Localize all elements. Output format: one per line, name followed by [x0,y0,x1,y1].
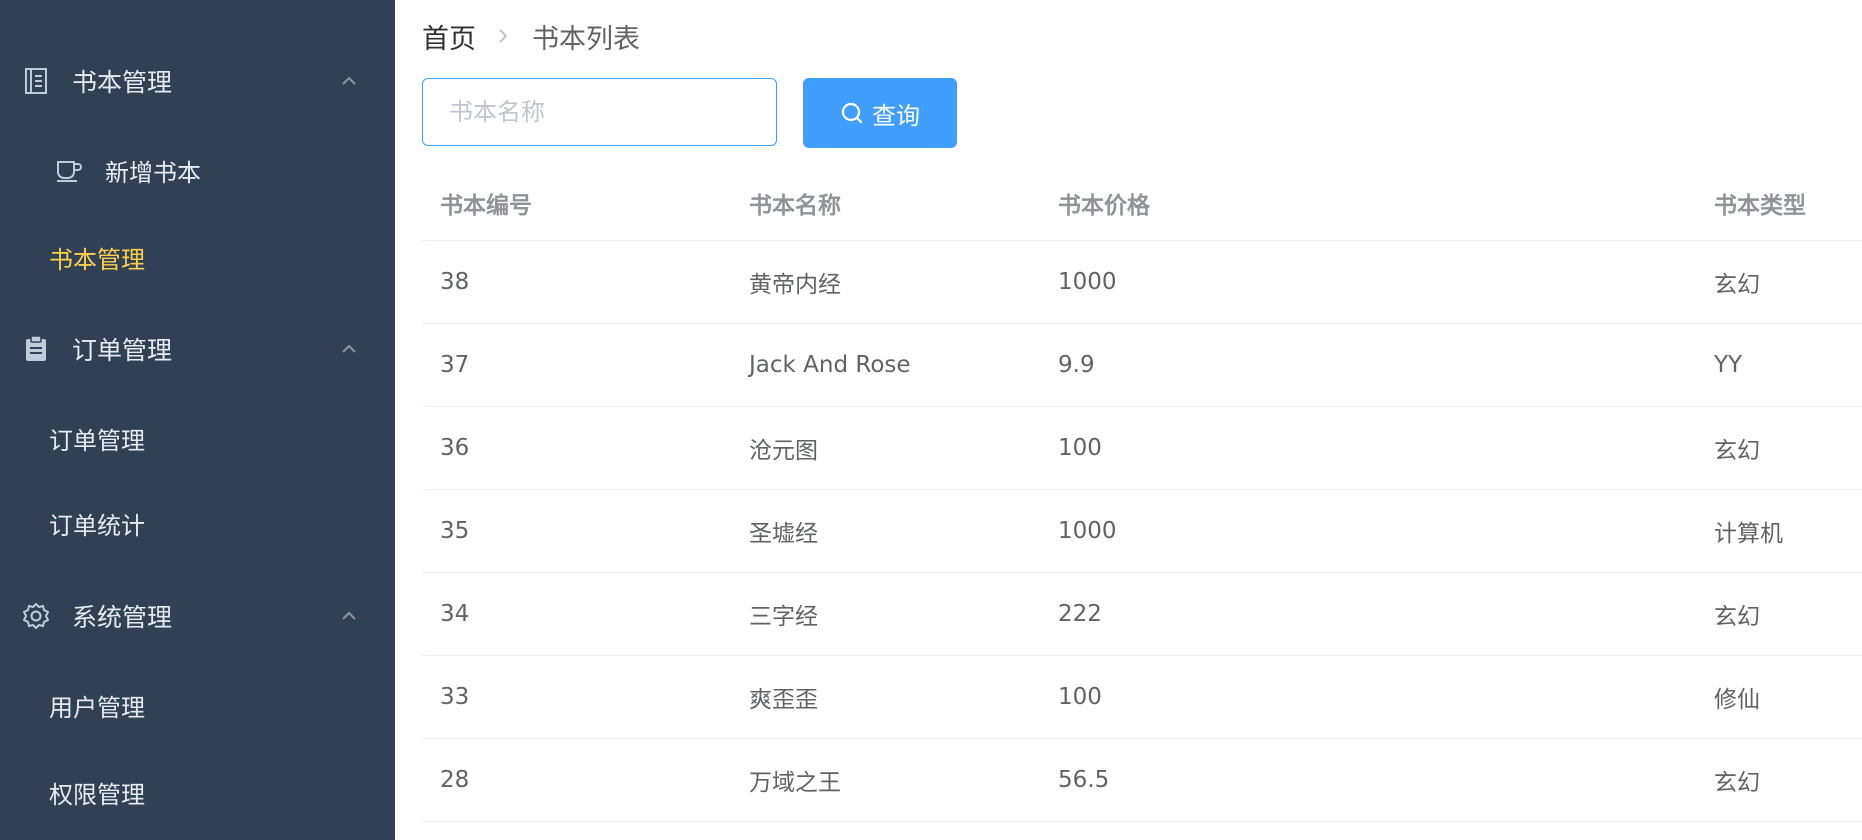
column-header-id[interactable]: 书本编号 [440,165,532,240]
cell-type: 玄幻 [1714,272,1760,298]
cell-id: 38 [440,269,470,295]
cell-id: 35 [440,518,470,544]
cell-name: 爽歪歪 [749,687,818,713]
chevron-up-icon [342,344,356,353]
menu-item-label: 书本管理 [49,245,145,274]
cell-type: YY [1714,352,1743,378]
chevron-up-icon [342,76,356,85]
column-header-type[interactable]: 书本类型 [1714,165,1806,240]
menu-item-order-statistics[interactable]: 订单统计 [0,493,395,553]
cell-id: 36 [440,435,470,461]
cell-type: 玄幻 [1714,770,1760,796]
cell-type: 玄幻 [1714,604,1760,630]
gear-icon [22,602,50,630]
menu-item-user-management[interactable]: 用户管理 [0,675,395,735]
menu-item-book-management[interactable]: 书本管理 [0,227,395,287]
menu-item-label: 用户管理 [49,693,145,722]
menu-item-label: 新增书本 [105,158,201,187]
submenu-title: 订单管理 [72,336,173,365]
submenu-system-management[interactable]: 系统管理 [0,586,395,646]
menu-item-label: 订单管理 [49,426,145,455]
app: 书本管理 新增书本 书本管理 订单管理 订单管理 订单统计 系统管理 用户管理 … [0,0,1862,840]
submenu-book-management[interactable]: 书本管理 [0,51,395,111]
submenu-title: 系统管理 [72,603,173,632]
cup-icon [57,161,82,182]
cell-name: 圣墟经 [749,521,818,547]
column-header-price[interactable]: 书本价格 [1058,165,1150,240]
cell-price: 1000 [1058,269,1117,295]
menu-item-label: 权限管理 [49,780,145,809]
table-header: 书本编号 书本名称 书本价格 书本类型 [422,165,1862,241]
table-row[interactable]: 36 沧元图 100 玄幻 [422,407,1862,490]
table-row[interactable]: 34 三字经 222 玄幻 [422,573,1862,656]
column-header-name[interactable]: 书本名称 [749,165,841,240]
menu-item-label: 订单统计 [49,511,145,540]
cell-price: 9.9 [1058,352,1095,378]
menu-item-add-book[interactable]: 新增书本 [0,140,395,200]
cell-type: 修仙 [1714,687,1760,713]
cell-type: 玄幻 [1714,438,1760,464]
search-icon [841,102,863,124]
main-content: 首页 书本列表 查询 书本编号 书本名称 书本价格 书本类型 38 黄 [395,0,1862,840]
breadcrumb: 首页 书本列表 [422,17,640,56]
table-row[interactable]: 37 Jack And Rose 9.9 YY [422,324,1862,407]
query-button-label: 查询 [872,102,920,130]
sidebar-menu: 书本管理 新增书本 书本管理 订单管理 订单管理 订单统计 系统管理 用户管理 … [0,0,395,840]
cell-id: 37 [440,352,470,378]
book-icon [22,67,50,95]
menu-item-order-management[interactable]: 订单管理 [0,408,395,468]
cell-price: 100 [1058,435,1102,461]
breadcrumb-current: 书本列表 [532,23,640,55]
cell-type: 计算机 [1714,521,1783,547]
chevron-right-icon [499,29,508,43]
cell-price: 56.5 [1058,767,1110,793]
cell-name: 三字经 [749,604,818,630]
query-button[interactable]: 查询 [803,78,957,148]
submenu-order-management[interactable]: 订单管理 [0,319,395,379]
cell-price: 100 [1058,684,1102,710]
cell-name: Jack And Rose [749,352,911,378]
table-row[interactable]: 28 万域之王 56.5 玄幻 [422,739,1862,822]
cell-price: 222 [1058,601,1102,627]
book-name-search-input[interactable] [422,78,777,146]
table-row[interactable]: 38 黄帝内经 1000 玄幻 [422,241,1862,324]
menu-item-permission-management[interactable]: 权限管理 [0,762,395,822]
cell-name: 万域之王 [749,770,841,796]
book-table: 书本编号 书本名称 书本价格 书本类型 38 黄帝内经 1000 玄幻 37 J… [422,165,1862,822]
table-row[interactable]: 35 圣墟经 1000 计算机 [422,490,1862,573]
breadcrumb-home[interactable]: 首页 [422,17,476,56]
cell-id: 33 [440,684,470,710]
chevron-up-icon [342,611,356,620]
cell-id: 34 [440,601,470,627]
cell-id: 28 [440,767,470,793]
table-row[interactable]: 33 爽歪歪 100 修仙 [422,656,1862,739]
cell-price: 1000 [1058,518,1117,544]
submenu-title: 书本管理 [72,68,173,97]
clipboard-icon [22,335,50,363]
cell-name: 沧元图 [749,438,818,464]
cell-name: 黄帝内经 [749,272,841,298]
